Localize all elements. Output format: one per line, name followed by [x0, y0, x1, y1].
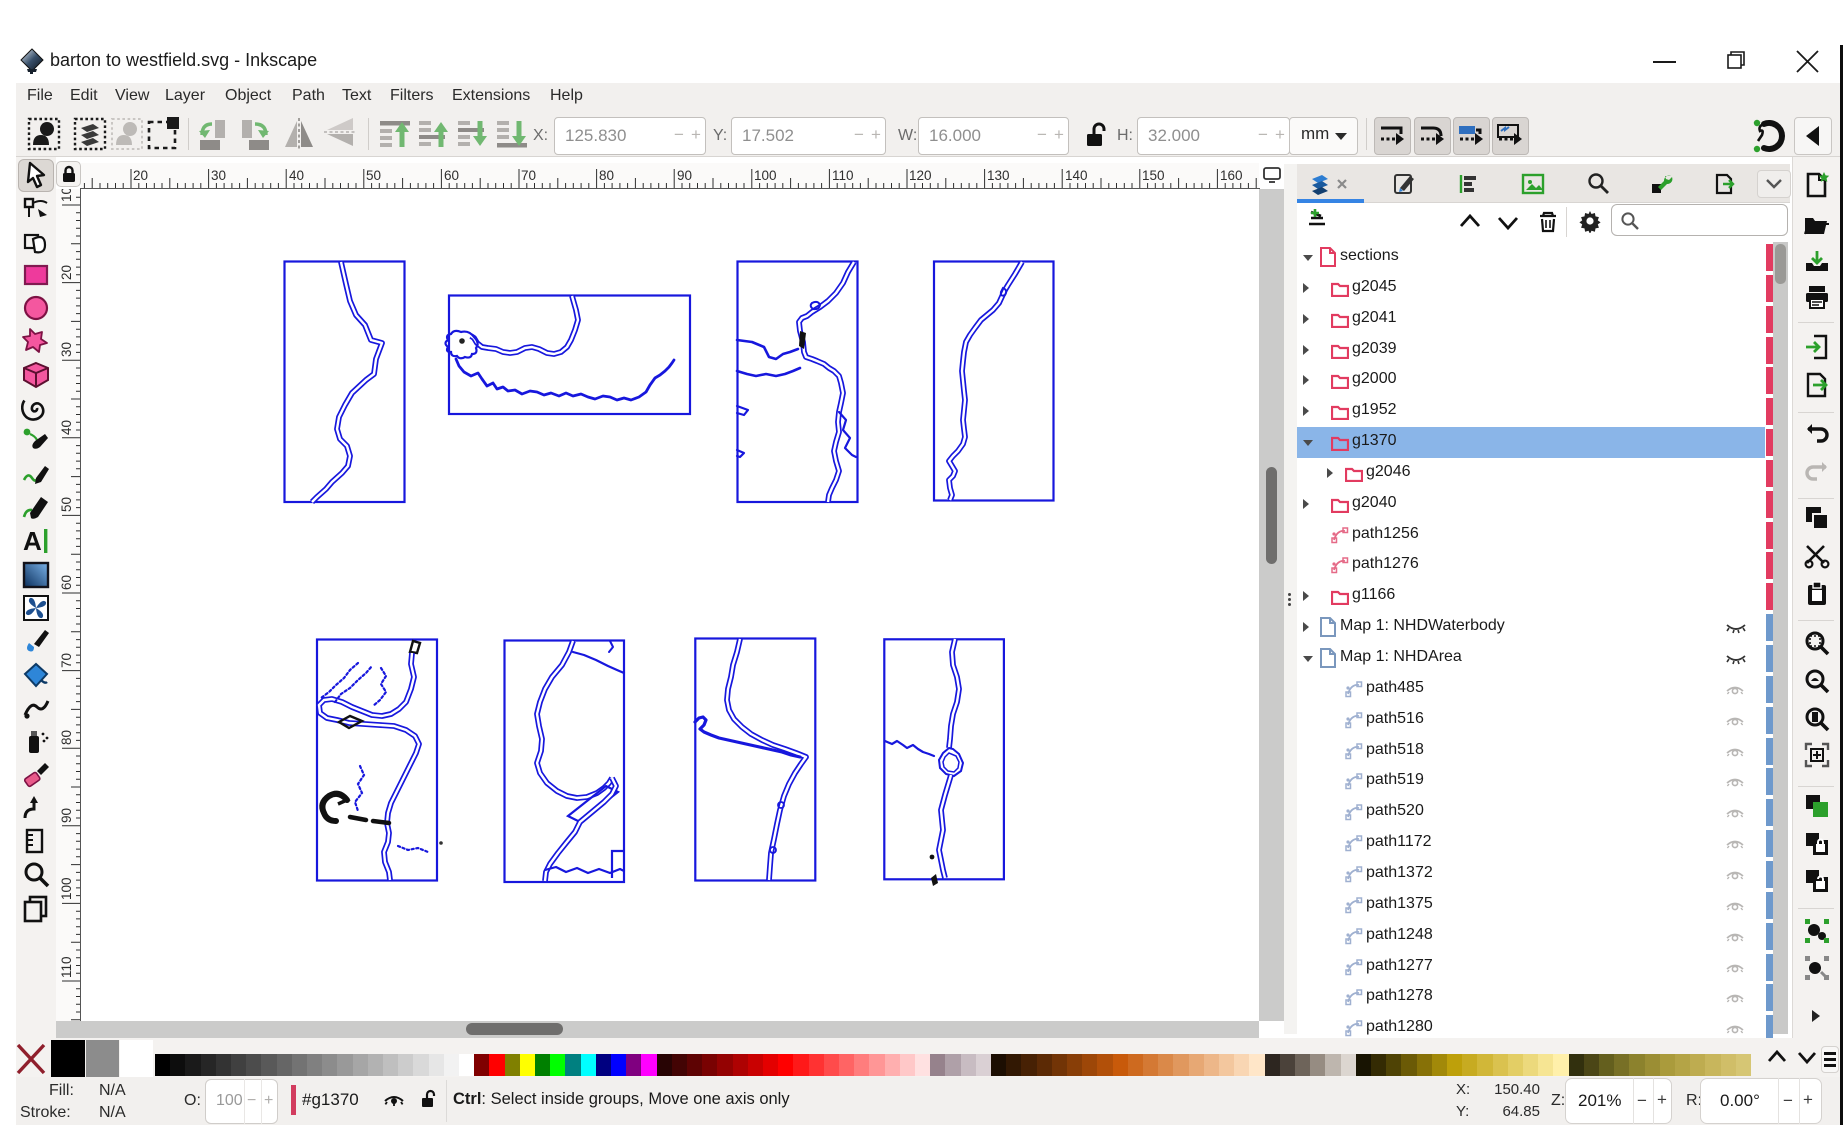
svg-text:60: 60: [444, 168, 459, 183]
svg-text:A: A: [23, 526, 42, 556]
svg-text:130: 130: [987, 168, 1010, 183]
svg-text:40: 40: [289, 168, 304, 183]
svg-text:60: 60: [59, 575, 74, 590]
svg-text:160: 160: [1220, 168, 1243, 183]
svg-text:40: 40: [59, 420, 74, 435]
svg-text:100: 100: [59, 877, 74, 900]
svg-text:110: 110: [59, 956, 74, 978]
svg-text:70: 70: [59, 653, 74, 668]
svg-text:110: 110: [832, 168, 854, 183]
svg-text:70: 70: [521, 168, 536, 183]
svg-text:10: 10: [59, 189, 74, 202]
svg-text:140: 140: [1065, 168, 1088, 183]
svg-text:30: 30: [211, 168, 226, 183]
svg-text:80: 80: [59, 730, 74, 745]
svg-text:120: 120: [909, 168, 932, 183]
svg-text:30: 30: [59, 342, 74, 357]
svg-text:90: 90: [59, 808, 74, 823]
svg-text:50: 50: [59, 497, 74, 512]
svg-text:20: 20: [133, 168, 148, 183]
svg-text:100: 100: [754, 168, 777, 183]
svg-text:80: 80: [599, 168, 614, 183]
svg-text:90: 90: [677, 168, 692, 183]
svg-text:150: 150: [1142, 168, 1165, 183]
svg-text:20: 20: [59, 265, 74, 280]
svg-text:50: 50: [366, 168, 381, 183]
